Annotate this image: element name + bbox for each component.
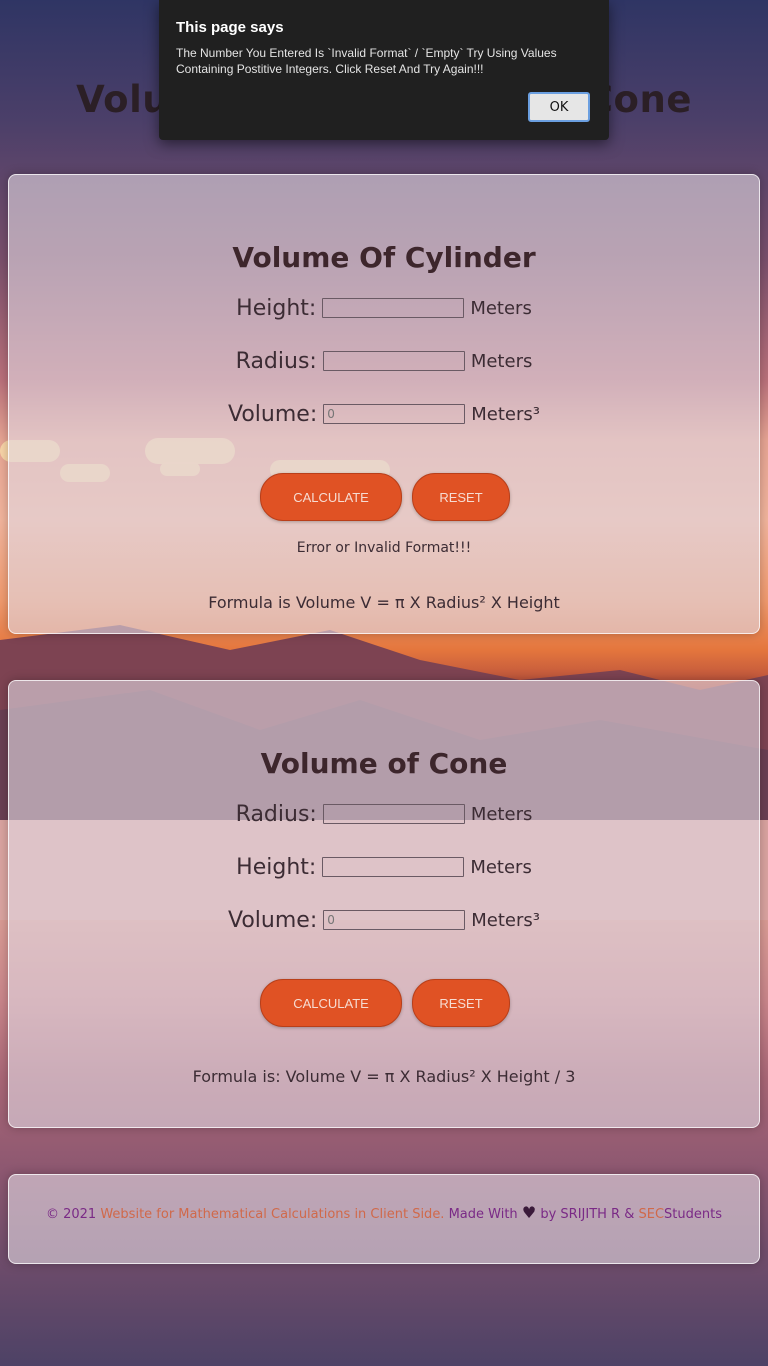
cone-volume-unit: Meters³ xyxy=(471,909,540,931)
footer-copyright: © 2021 xyxy=(45,1207,97,1222)
footer-site-text: Website for Mathematical Calculations in… xyxy=(100,1207,445,1222)
cylinder-formula: Formula is Volume V = π X Radius² X Heig… xyxy=(208,593,560,612)
cone-formula: Formula is: Volume V = π X Radius² X Hei… xyxy=(192,1067,576,1086)
footer-org-link[interactable]: SEC xyxy=(639,1207,665,1222)
cylinder-volume-output[interactable] xyxy=(323,404,466,424)
cone-height-input[interactable] xyxy=(322,857,465,877)
cone-radius-unit: Meters xyxy=(470,803,533,825)
cone-radius-row: Radius: Meters xyxy=(9,801,759,827)
cylinder-volume-row: Volume: Meters³ xyxy=(9,401,759,427)
cylinder-status-message: Error or Invalid Format!!! xyxy=(296,540,472,556)
footer-by: by xyxy=(540,1207,557,1222)
heart-icon: ♥ xyxy=(521,1203,537,1222)
cone-reset-button[interactable]: RESET xyxy=(412,979,510,1027)
cone-volume-row: Volume: Meters³ xyxy=(9,907,759,933)
cone-radius-input[interactable] xyxy=(322,804,465,824)
cylinder-radius-input[interactable] xyxy=(322,351,465,371)
cone-card: Volume of Cone Radius: Meters Height: Mete… xyxy=(8,680,760,1128)
cone-height-label: Height: xyxy=(236,854,317,880)
cylinder-reset-button[interactable]: RESET xyxy=(412,473,510,521)
footer-author-link[interactable]: SRIJITH R xyxy=(560,1207,620,1222)
cylinder-radius-unit: Meters xyxy=(470,350,533,372)
cylinder-radius-row: Radius: Meters xyxy=(9,348,759,374)
cone-height-row: Height: Meters xyxy=(9,854,759,880)
cylinder-calculate-button[interactable]: CALCULATE xyxy=(260,473,402,521)
dialog-message: The Number You Entered Is `Invalid Forma… xyxy=(176,46,557,76)
footer-amp: & xyxy=(624,1207,635,1222)
cylinder-volume-unit: Meters³ xyxy=(471,403,540,425)
dialog-title: This page says xyxy=(176,19,284,36)
cone-calculate-button[interactable]: CALCULATE xyxy=(260,979,402,1027)
cylinder-volume-label: Volume: xyxy=(228,401,318,427)
footer-students: Students xyxy=(664,1207,722,1222)
cylinder-radius-label: Radius: xyxy=(235,348,317,374)
cone-volume-label: Volume: xyxy=(228,907,318,933)
footer-made-with: Made With xyxy=(448,1207,518,1222)
cylinder-height-input[interactable] xyxy=(322,298,465,318)
cone-height-unit: Meters xyxy=(470,856,532,878)
cylinder-height-row: Height: Meters xyxy=(9,295,759,321)
cylinder-height-unit: Meters xyxy=(470,297,532,319)
dialog-ok-button[interactable]: OK xyxy=(528,92,590,122)
footer: © 2021 Website for Mathematical Calculat… xyxy=(8,1174,760,1264)
cylinder-card: Volume Of Cylinder Height: Meters Radius:… xyxy=(8,174,760,634)
cone-radius-label: Radius: xyxy=(235,801,317,827)
cylinder-height-label: Height: xyxy=(236,295,317,321)
cone-title: Volume of Cone xyxy=(260,747,508,780)
cone-volume-output[interactable] xyxy=(323,910,466,930)
footer-text: © 2021 Website for Mathematical Calculat… xyxy=(9,1203,759,1222)
cylinder-title: Volume Of Cylinder xyxy=(232,241,536,274)
